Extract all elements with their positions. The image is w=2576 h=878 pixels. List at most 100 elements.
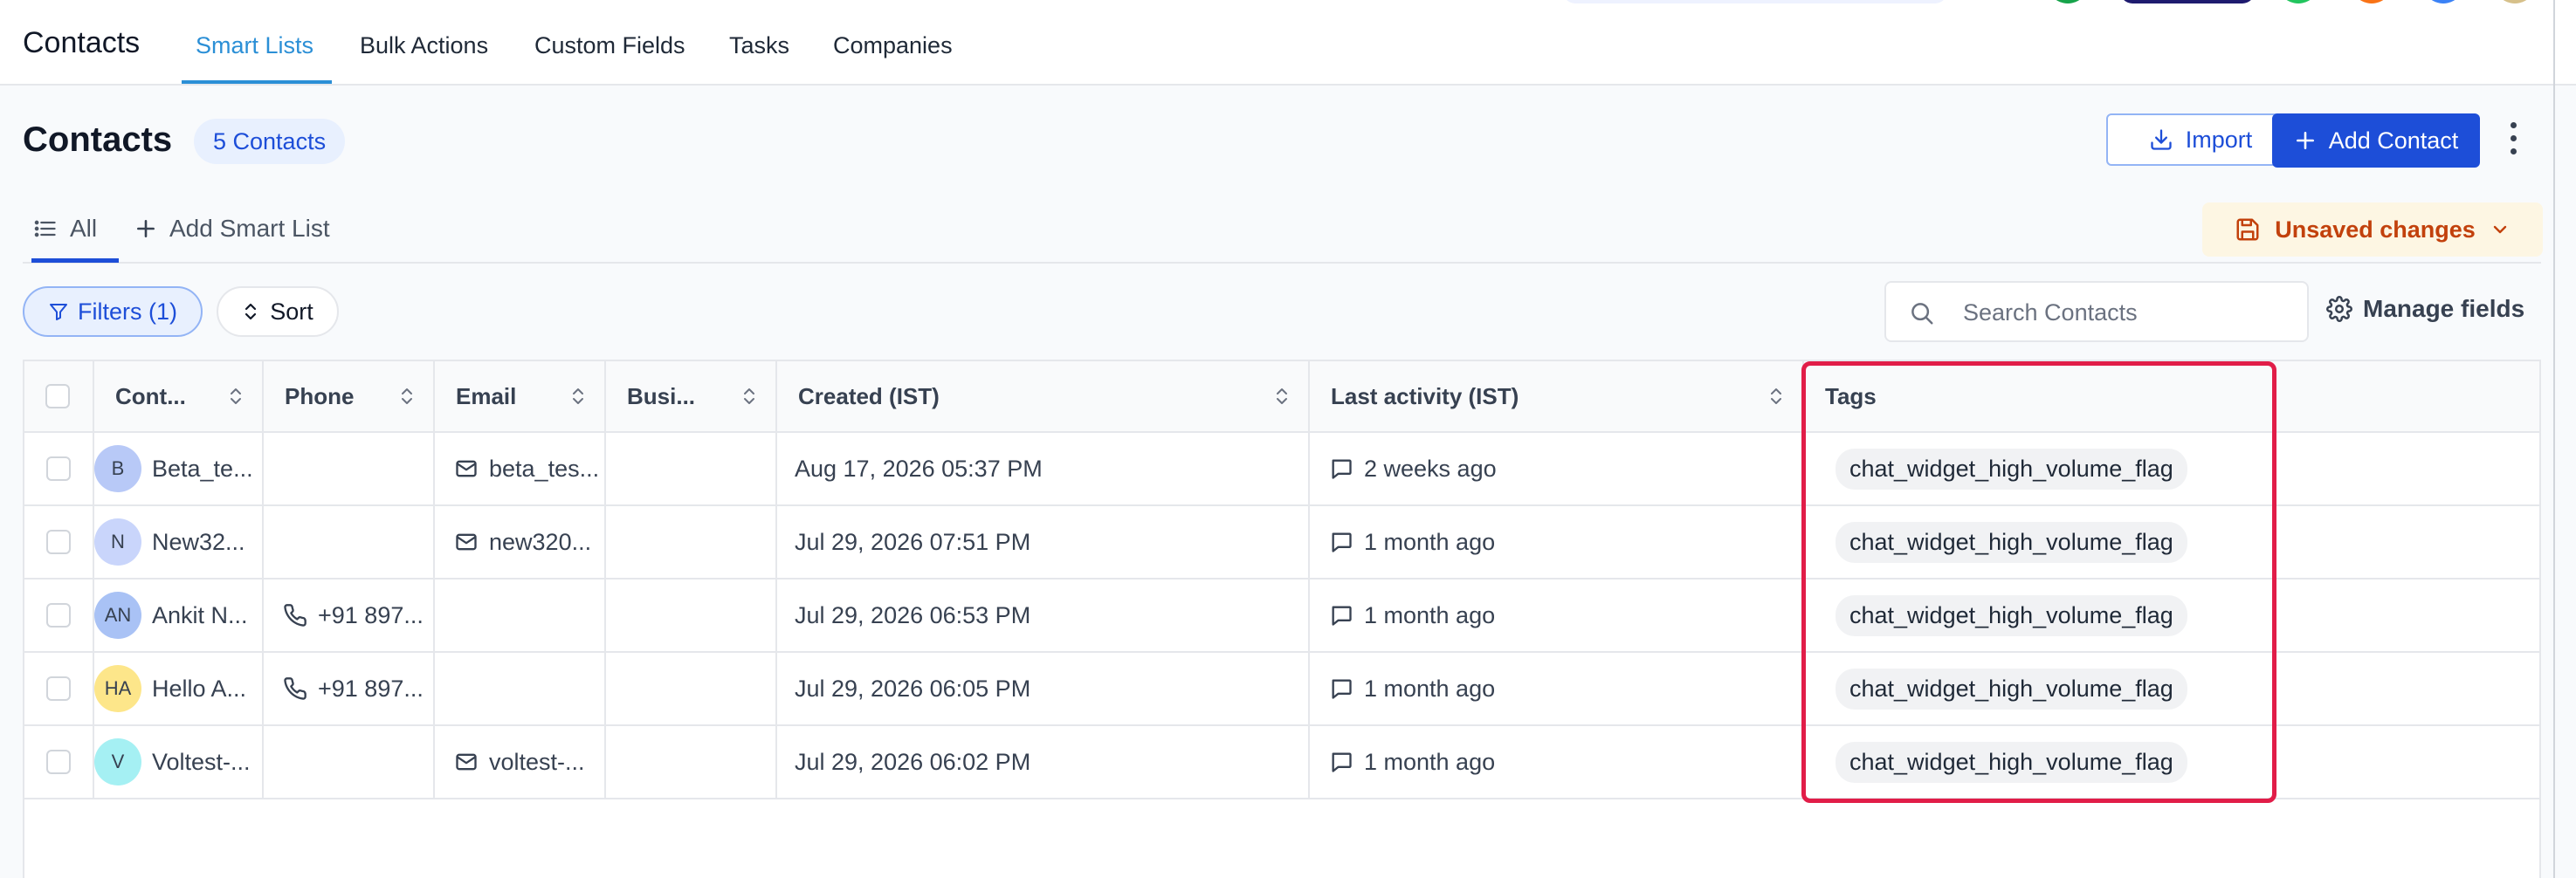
row-select-cell: [24, 433, 94, 504]
created-cell: Jul 29, 2026 06:02 PM: [777, 726, 1310, 798]
import-button[interactable]: Import: [2106, 113, 2295, 166]
plus-icon: [2296, 132, 2314, 149]
created-cell: Jul 29, 2026 06:53 PM: [777, 580, 1310, 651]
gear-icon: [2326, 296, 2352, 322]
view-tab-indicator: [31, 258, 119, 263]
last-activity-value: 1 month ago: [1364, 675, 1496, 702]
tab-custom-fields[interactable]: Custom Fields: [534, 32, 685, 59]
mail-icon: [456, 753, 477, 771]
contact-cell[interactable]: B Beta_te...: [94, 433, 264, 504]
column-header-contact[interactable]: Cont...: [94, 361, 264, 431]
business-cell: [606, 653, 777, 724]
email-cell: new320...: [435, 506, 606, 578]
filter-icon: [50, 304, 67, 320]
contact-name[interactable]: Ankit N...: [152, 602, 248, 629]
last-activity-value: 1 month ago: [1364, 748, 1496, 775]
contact-name[interactable]: Beta_te...: [152, 456, 253, 483]
mail-icon: [456, 533, 477, 551]
row-checkbox[interactable]: [46, 676, 71, 701]
add-contact-button[interactable]: Add Contact: [2272, 113, 2480, 168]
row-checkbox[interactable]: [46, 603, 71, 628]
sort-button[interactable]: Sort: [217, 286, 339, 337]
sort-icon: [402, 388, 412, 404]
chat-icon: [1332, 752, 1352, 772]
contact-name[interactable]: Hello A...: [152, 676, 246, 703]
last-activity-cell: 2 weeks ago: [1310, 433, 1804, 504]
chat-icon: [1332, 606, 1352, 626]
filters-label: Filters (1): [78, 298, 177, 325]
row-select-cell: [24, 580, 94, 651]
column-header-phone[interactable]: Phone: [264, 361, 435, 431]
select-all-cell: [24, 361, 94, 431]
email-value[interactable]: new320...: [489, 529, 591, 556]
row-checkbox[interactable]: [46, 456, 71, 481]
column-header-created[interactable]: Created (IST): [777, 361, 1310, 431]
contact-name[interactable]: Voltest-...: [152, 749, 251, 776]
tags-column-highlight: [1801, 361, 2276, 803]
top-nav: Contacts Smart Lists Bulk Actions Custom…: [0, 0, 2576, 86]
email-cell: voltest-...: [435, 726, 606, 798]
header-icon-notifications[interactable]: [2351, 0, 2393, 3]
phone-cell: +91 897...: [264, 653, 435, 724]
tab-tasks[interactable]: Tasks: [729, 32, 789, 59]
tab-smart-lists[interactable]: Smart Lists: [196, 32, 313, 59]
tab-bulk-actions[interactable]: Bulk Actions: [360, 32, 488, 59]
view-tab-all[interactable]: All: [33, 215, 97, 243]
column-header-last-activity[interactable]: Last activity (IST): [1310, 361, 1804, 431]
search-contacts-field[interactable]: [1884, 281, 2309, 342]
select-all-checkbox[interactable]: [45, 384, 70, 408]
save-icon: [2236, 218, 2259, 241]
created-value: Jul 29, 2026 06:05 PM: [795, 675, 1031, 702]
user-avatar[interactable]: [2494, 0, 2536, 3]
manage-fields-label: Manage fields: [2363, 295, 2525, 322]
phone-cell: [264, 726, 435, 798]
filters-button[interactable]: Filters (1): [23, 286, 203, 337]
header-icon-help[interactable]: [2422, 0, 2464, 3]
sort-icon: [1277, 388, 1287, 404]
contact-cell[interactable]: HA Hello A...: [94, 653, 264, 724]
phone-icon: [284, 677, 307, 700]
column-header-email[interactable]: Email: [435, 361, 606, 431]
contact-cell[interactable]: V Voltest-...: [94, 726, 264, 798]
email-value[interactable]: voltest-...: [489, 749, 585, 776]
contact-cell[interactable]: N New32...: [94, 506, 264, 578]
row-checkbox[interactable]: [46, 530, 71, 554]
page-title: Contacts: [23, 120, 173, 159]
chat-icon: [1332, 459, 1352, 479]
unsaved-changes-dropdown[interactable]: Unsaved changes: [2202, 202, 2543, 257]
more-options-icon[interactable]: [2504, 122, 2522, 161]
row-select-cell: [24, 726, 94, 798]
mail-icon: [456, 460, 477, 477]
email-cell: [435, 653, 606, 724]
header-pill-button[interactable]: [2120, 0, 2255, 3]
tab-companies[interactable]: Companies: [833, 32, 953, 59]
add-smart-list-button[interactable]: Add Smart List: [134, 215, 330, 243]
email-cell: [435, 580, 606, 651]
phone-value[interactable]: +91 897...: [318, 602, 424, 629]
contact-cell[interactable]: AN Ankit N...: [94, 580, 264, 651]
global-search-peek[interactable]: [1563, 0, 1947, 3]
last-activity-value: 2 weeks ago: [1364, 455, 1497, 482]
row-select-cell: [24, 506, 94, 578]
avatar: B: [94, 445, 141, 492]
business-cell: [606, 580, 777, 651]
last-activity-value: 1 month ago: [1364, 528, 1496, 555]
email-value[interactable]: beta_tes...: [489, 456, 599, 483]
chevron-down-icon: [2493, 225, 2506, 234]
created-value: Jul 29, 2026 06:02 PM: [795, 748, 1031, 775]
contact-name[interactable]: New32...: [152, 529, 245, 556]
app-title: Contacts: [23, 26, 141, 59]
row-select-cell: [24, 653, 94, 724]
search-contacts-input[interactable]: [1961, 293, 2297, 332]
phone-cell: +91 897...: [264, 580, 435, 651]
sort-icon: [744, 388, 754, 404]
header-icon-green[interactable]: [2047, 0, 2089, 3]
manage-fields-button[interactable]: Manage fields: [2326, 295, 2524, 323]
row-checkbox[interactable]: [46, 750, 71, 774]
last-activity-cell: 1 month ago: [1310, 653, 1804, 724]
business-cell: [606, 726, 777, 798]
sort-icon: [231, 388, 241, 404]
phone-value[interactable]: +91 897...: [318, 676, 424, 703]
column-header-business[interactable]: Busi...: [606, 361, 777, 431]
header-icon-phone[interactable]: [2277, 0, 2319, 3]
